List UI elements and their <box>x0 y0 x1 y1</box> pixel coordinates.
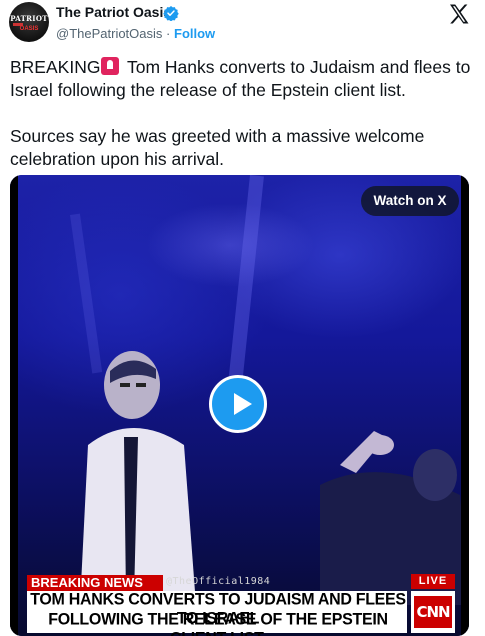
letterbox-right <box>461 175 469 636</box>
video-player[interactable]: Watch on X BREAKING NEWS @TheOfficial198… <box>10 175 469 636</box>
avatar[interactable]: PATRIOT OASIS <box>9 2 49 42</box>
account-handle[interactable]: @ThePatriotOasis <box>56 26 162 41</box>
verified-badge-icon <box>163 6 179 21</box>
avatar-text-top: PATRIOT <box>10 14 48 23</box>
tweet-text: BREAKING Tom Hanks converts to Judaism a… <box>10 56 475 171</box>
handle-line: @ThePatriotOasis · Follow <box>56 26 215 41</box>
follow-button[interactable]: Follow <box>174 26 215 41</box>
person-figure-left <box>80 351 196 605</box>
tweet-paragraph-2: Sources say he was greeted with a massiv… <box>10 126 430 169</box>
play-icon[interactable] <box>209 375 267 433</box>
network-logo: CNN <box>411 591 455 633</box>
account-name[interactable]: The Patriot Oasis <box>56 4 171 20</box>
watermark: @TheOfficial1984 <box>166 576 271 587</box>
chyron-line-2: FOLLOWING THE RELEASE OF THE EPSTEIN CLI… <box>48 611 388 636</box>
network-logo-text: CNN <box>414 596 452 628</box>
light-beam <box>227 175 264 396</box>
police-light-icon <box>101 57 120 75</box>
separator-dot: · <box>166 26 171 41</box>
live-badge: LIVE <box>411 574 455 589</box>
news-chyron: BREAKING NEWS @TheOfficial1984 TOM HANKS… <box>18 573 461 636</box>
x-logo-icon[interactable] <box>447 2 471 26</box>
watch-on-x-button[interactable]: Watch on X <box>361 186 459 216</box>
tweet-header: PATRIOT OASIS The Patriot Oasis @ThePatr… <box>0 0 485 48</box>
breaking-news-tag: BREAKING NEWS <box>27 575 163 591</box>
letterbox-left <box>10 175 18 636</box>
chyron-headline: TOM HANKS CONVERTS TO JUDAISM AND FLEES … <box>27 591 407 636</box>
tweet-breaking-word: BREAKING <box>10 57 101 77</box>
avatar-text-bottom: OASIS <box>19 26 39 32</box>
